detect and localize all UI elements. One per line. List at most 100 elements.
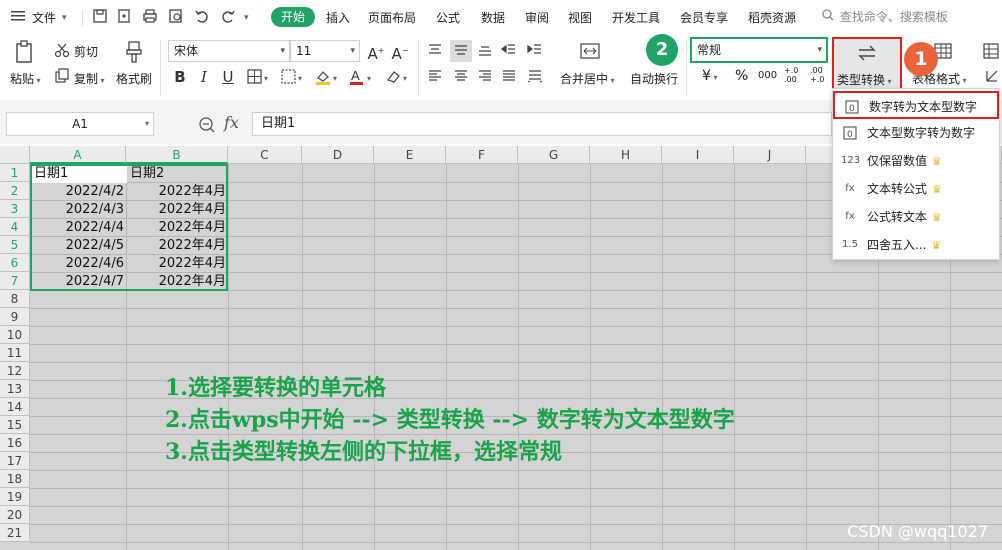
distributed-align-icon[interactable] <box>526 68 544 89</box>
paste-icon[interactable] <box>14 40 36 64</box>
file-menu[interactable]: 文件 <box>32 9 56 27</box>
wrap-text-button[interactable]: 自动换行 <box>630 70 678 87</box>
row-header[interactable]: 19 <box>0 488 30 506</box>
font-size-select[interactable]: 11 ▾ <box>290 40 360 62</box>
italic-icon[interactable]: I <box>196 68 212 86</box>
increase-font-icon[interactable]: A+ <box>366 42 386 63</box>
command-search[interactable]: 查找命令、搜索模板 <box>822 8 982 26</box>
col-header-a[interactable]: A <box>30 146 126 164</box>
redo-icon[interactable] <box>220 8 238 26</box>
row-header[interactable]: 6 <box>0 254 30 272</box>
row-header[interactable]: 3 <box>0 200 30 218</box>
select-all-corner[interactable] <box>0 146 30 164</box>
format-painter-button[interactable]: 格式刷 <box>116 70 152 87</box>
align-bottom-icon[interactable] <box>476 42 494 63</box>
fx-icon[interactable]: fx <box>224 113 239 132</box>
tab-data[interactable]: 数据 <box>481 9 505 27</box>
undo-icon[interactable] <box>194 8 212 26</box>
tab-insert[interactable]: 插入 <box>326 9 350 27</box>
row-header[interactable]: 9 <box>0 308 30 326</box>
currency-format-button[interactable]: ¥ ▾ <box>702 68 717 84</box>
row-header[interactable]: 17 <box>0 452 30 470</box>
increase-decimal-button[interactable]: +.0 .00 <box>784 66 802 84</box>
export-pdf-icon[interactable] <box>116 8 134 26</box>
number-format-select[interactable]: 常规 ▾ <box>690 37 828 63</box>
cell-a5[interactable]: 2022/4/5 <box>30 237 124 255</box>
row-header[interactable]: 20 <box>0 506 30 524</box>
merge-cells-icon[interactable] <box>578 42 602 65</box>
tab-review[interactable]: 审阅 <box>525 9 549 27</box>
menu-item-keep-values[interactable]: 123 仅保留数值 ♛ <box>833 147 999 175</box>
cell-b2[interactable]: 2022年4月 <box>126 183 226 201</box>
row-header[interactable]: 13 <box>0 380 30 398</box>
col-header-j[interactable]: J <box>734 146 806 164</box>
cell-b1[interactable]: 日期2 <box>130 165 164 183</box>
font-name-select[interactable]: 宋体 ▾ <box>168 40 290 62</box>
formula-input[interactable]: 日期1 <box>252 112 832 136</box>
cell-style-icon[interactable]: ▾ <box>280 68 308 91</box>
decrease-indent-icon[interactable] <box>500 42 518 63</box>
bold-icon[interactable]: B <box>172 68 188 86</box>
align-right-icon[interactable] <box>476 68 494 89</box>
cell-a3[interactable]: 2022/4/3 <box>30 201 124 219</box>
print-preview-icon[interactable] <box>168 8 186 26</box>
font-color-icon[interactable]: A ▾ <box>348 68 376 91</box>
copy-button[interactable]: 复制 ▾ <box>74 70 105 87</box>
col-header-f[interactable]: F <box>446 146 518 164</box>
menu-item-round[interactable]: 1.5 四舍五入... ♛ <box>833 231 999 259</box>
menu-item-number-to-text[interactable]: 0 数字转为文本型数字 <box>833 91 999 119</box>
align-middle-icon[interactable] <box>450 40 472 62</box>
cell-resize-icon[interactable] <box>984 68 1000 89</box>
cell-b7[interactable]: 2022年4月 <box>126 273 226 291</box>
scissors-icon[interactable] <box>54 42 70 63</box>
fill-color-icon[interactable]: ▾ <box>314 68 342 91</box>
paste-button[interactable]: 粘贴 ▾ <box>10 70 41 87</box>
row-header[interactable]: 1 <box>0 164 30 182</box>
align-left-icon[interactable] <box>426 68 444 89</box>
col-header-c[interactable]: C <box>228 146 302 164</box>
justify-icon[interactable] <box>500 68 518 89</box>
decrease-decimal-button[interactable]: .00 +.0 <box>810 66 828 84</box>
name-box[interactable]: A1 ▾ <box>6 112 154 136</box>
cell-b6[interactable]: 2022年4月 <box>126 255 226 273</box>
cell-a4[interactable]: 2022/4/4 <box>30 219 124 237</box>
col-header-e[interactable]: E <box>374 146 446 164</box>
cell-b5[interactable]: 2022年4月 <box>126 237 226 255</box>
col-header-h[interactable]: H <box>590 146 662 164</box>
tab-home[interactable]: 开始 <box>271 7 316 27</box>
row-header[interactable]: 11 <box>0 344 30 362</box>
clear-format-icon[interactable]: ▾ <box>384 68 412 91</box>
row-header[interactable]: 18 <box>0 470 30 488</box>
col-header-d[interactable]: D <box>302 146 374 164</box>
row-header[interactable]: 15 <box>0 416 30 434</box>
col-header-g[interactable]: G <box>518 146 590 164</box>
cell-a1[interactable]: 日期1 <box>34 165 68 183</box>
tab-view[interactable]: 视图 <box>568 9 592 27</box>
hamburger-icon[interactable] <box>10 9 28 27</box>
conditional-format-icon[interactable] <box>982 42 1000 65</box>
quick-access-chevron-down-icon[interactable]: ▾ <box>244 9 249 27</box>
tab-page-layout[interactable]: 页面布局 <box>368 9 416 27</box>
row-header[interactable]: 7 <box>0 272 30 290</box>
thousands-separator-button[interactable]: 000 <box>758 70 777 81</box>
increase-indent-icon[interactable] <box>526 42 544 63</box>
border-icon[interactable]: ▾ <box>246 68 272 91</box>
underline-icon[interactable]: U <box>220 68 236 86</box>
file-menu-chevron-down-icon[interactable]: ▾ <box>62 9 67 27</box>
tab-member[interactable]: 会员专享 <box>680 9 728 27</box>
row-header[interactable]: 21 <box>0 524 30 542</box>
cell-a6[interactable]: 2022/4/6 <box>30 255 124 273</box>
row-header[interactable]: 10 <box>0 326 30 344</box>
col-header-b[interactable]: B <box>126 146 228 164</box>
percent-format-button[interactable]: % <box>735 68 748 84</box>
cell-a2[interactable]: 2022/4/2 <box>30 183 124 201</box>
print-icon[interactable] <box>142 8 160 26</box>
cell-b3[interactable]: 2022年4月 <box>126 201 226 219</box>
save-icon[interactable] <box>92 8 110 26</box>
row-header[interactable]: 2 <box>0 182 30 200</box>
col-header-i[interactable]: I <box>662 146 734 164</box>
row-header[interactable]: 16 <box>0 434 30 452</box>
decrease-font-icon[interactable]: A− <box>390 42 410 63</box>
merge-center-button[interactable]: 合并居中 ▾ <box>560 70 615 87</box>
align-center-icon[interactable] <box>452 68 470 89</box>
